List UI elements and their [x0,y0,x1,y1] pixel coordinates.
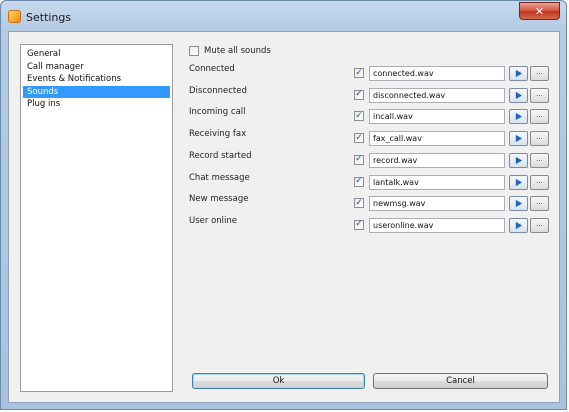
sound-event-label: Disconnected [189,85,247,96]
browse-file-button[interactable]: ... [530,131,549,147]
sound-event-label: Incoming call [189,107,246,118]
sound-file-input[interactable]: connected.wav [369,66,505,81]
mute-all-checkbox[interactable] [189,46,199,56]
check-icon: ✓ [355,154,363,165]
sound-event-label: Record started [189,150,252,161]
settings-window: Settings ✕ General Call manager Events & N… [0,0,567,410]
check-icon: ✓ [355,176,363,186]
window-title: Settings [26,11,72,24]
browse-file-button[interactable]: ... [530,152,549,168]
sound-row: Disconnected ✓ disconnected.wav... [189,86,557,104]
play-icon [515,156,523,164]
sound-row: Chat message ✓ lantalk.wav... [189,173,557,191]
nav-item-general[interactable]: General [23,48,170,61]
check-icon: ✓ [355,89,363,100]
check-icon: ✓ [355,110,363,121]
sound-enabled-checkbox[interactable]: ✓ [354,89,364,100]
sound-row: Receiving fax ✓ fax_call.wav... [189,129,557,147]
play-icon [515,221,523,229]
sound-event-label: User online [189,215,238,226]
sound-enabled-checkbox[interactable]: ✓ [354,219,364,230]
sound-event-label: Chat message [189,172,250,183]
browse-file-button[interactable]: ... [530,87,549,103]
play-sound-button[interactable] [509,174,528,190]
title-bar[interactable]: Settings ✕ [1,1,566,31]
close-button[interactable]: ✕ [519,2,560,20]
check-icon: ✓ [355,132,363,143]
browse-file-button[interactable]: ... [530,217,549,233]
app-icon [8,10,21,23]
play-icon [515,91,523,99]
sound-row: Connected ✓ connected.wav... [189,64,557,82]
play-icon [515,113,523,121]
play-icon [515,134,523,143]
play-sound-button[interactable] [509,87,528,103]
sound-file-input[interactable]: record.wav [369,152,505,168]
play-sound-button[interactable] [509,152,528,168]
browse-file-button[interactable]: ... [530,66,549,81]
play-sound-button[interactable] [509,217,528,233]
sound-file-input[interactable]: disconnected.wav [369,87,505,103]
sound-row: Record started ✓ record.wav... [189,151,557,169]
mute-all-sounds[interactable]: Mute all sounds [189,46,271,56]
play-sound-button[interactable] [509,66,528,81]
play-sound-button[interactable] [509,131,528,147]
sound-file-input[interactable]: lantalk.wav [369,174,505,190]
nav-item-events-notifications[interactable]: Events & Notifications [23,73,170,86]
play-icon [515,200,523,208]
close-icon: ✕ [534,4,545,18]
sound-file-input[interactable]: fax_call.wav [369,131,505,147]
play-sound-button[interactable] [509,196,528,212]
sound-event-label: Connected [189,64,235,74]
sound-row: User online ✓ useronline.wav... [189,216,557,234]
sound-enabled-checkbox[interactable]: ✓ [354,132,364,144]
sound-file-input[interactable]: useronline.wav [369,217,505,233]
sound-enabled-checkbox[interactable]: ✓ [354,68,364,78]
sound-row: Incoming call ✓ incall.wav... [189,107,557,125]
play-sound-button[interactable] [509,109,528,125]
sound-file-input[interactable]: incall.wav [369,109,505,125]
mute-all-label: Mute all sounds [204,46,271,56]
play-icon [515,178,523,186]
browse-file-button[interactable]: ... [530,174,549,190]
nav-item-call-manager[interactable]: Call manager [23,61,170,74]
sound-event-label: New message [189,194,249,205]
play-icon [515,69,523,78]
cancel-button[interactable]: Cancel [373,373,548,389]
sound-enabled-checkbox[interactable]: ✓ [354,110,364,122]
settings-category-list: General Call manager Events & Notification… [20,44,173,392]
browse-file-button[interactable]: ... [530,109,549,125]
check-icon: ✓ [355,67,363,78]
nav-item-plug-ins[interactable]: Plug ins [23,98,170,111]
sound-event-label: Receiving fax [189,129,247,140]
check-icon: ✓ [355,219,363,230]
sound-enabled-checkbox[interactable]: ✓ [354,197,364,209]
sound-enabled-checkbox[interactable]: ✓ [354,176,364,187]
dialog-body: General Call manager Events & Notification… [8,31,560,403]
browse-file-button[interactable]: ... [530,196,549,212]
check-icon: ✓ [355,197,363,208]
sound-enabled-checkbox[interactable]: ✓ [354,154,364,165]
sound-row: New message ✓ newmsg.wav... [189,194,557,212]
ok-button[interactable]: Ok [192,373,365,389]
sound-file-input[interactable]: newmsg.wav [369,196,505,212]
nav-item-sounds[interactable]: Sounds [23,85,170,98]
